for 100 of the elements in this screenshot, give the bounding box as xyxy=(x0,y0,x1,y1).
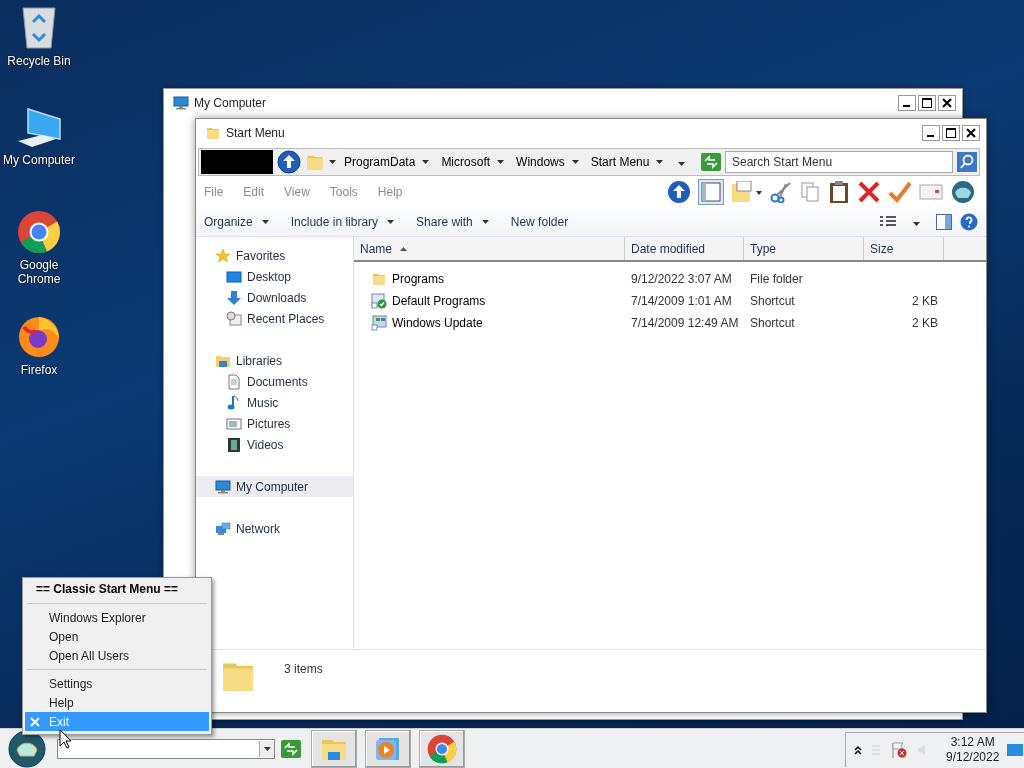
sort-arrow-icon xyxy=(400,246,407,251)
nav-item[interactable]: Documents xyxy=(196,371,353,392)
command-button[interactable]: Organize xyxy=(204,215,269,229)
maximize-icon[interactable] xyxy=(918,95,936,111)
taskbar-button[interactable] xyxy=(365,730,411,768)
table-cell-text: Shortcut xyxy=(749,316,796,330)
command-button[interactable]: New folder xyxy=(510,215,569,229)
taskbar-button[interactable] xyxy=(311,730,357,768)
panel-icon[interactable] xyxy=(698,179,724,205)
desktop-icon-label[interactable]: Firefox xyxy=(1,363,77,377)
desktop-icon xyxy=(226,268,242,285)
desktop-icon-label[interactable]: Recycle Bin xyxy=(1,54,77,68)
flag-icon[interactable] xyxy=(890,740,908,759)
nav-item[interactable]: Desktop xyxy=(196,266,353,287)
windows-update-icon xyxy=(371,315,387,331)
column-header[interactable]: Date modified xyxy=(625,237,744,260)
nav-item[interactable]: Music xyxy=(196,392,353,413)
taskbar-button[interactable] xyxy=(419,730,465,768)
breadcrumb-item[interactable]: ProgramData xyxy=(344,155,416,169)
nav-item[interactable]: My Computer xyxy=(196,476,353,497)
close-icon[interactable] xyxy=(962,125,980,141)
dropdown-caret-icon xyxy=(263,747,271,751)
folder-icon xyxy=(371,271,387,287)
desktop-icon-label[interactable]: Google Chrome xyxy=(1,258,77,286)
caret-icon xyxy=(387,220,395,224)
menu-item[interactable]: Help xyxy=(377,185,411,199)
caret-icon xyxy=(571,160,579,164)
nav-item[interactable]: Pictures xyxy=(196,413,353,434)
delete-icon[interactable] xyxy=(857,181,881,203)
chrome-icon xyxy=(427,734,457,764)
caret-icon xyxy=(422,160,430,164)
properties-icon[interactable] xyxy=(919,183,943,201)
minimize-icon[interactable] xyxy=(922,125,940,141)
maximize-icon[interactable] xyxy=(942,125,960,141)
column-header[interactable]: Size xyxy=(864,237,944,260)
clock-date[interactable]: 9/12/2022 xyxy=(946,749,1000,765)
table-cell-text: 2 KB xyxy=(911,294,939,308)
star-icon xyxy=(215,247,231,264)
menu-item[interactable]: Help xyxy=(25,693,209,712)
menu-item[interactable]: Open xyxy=(25,627,209,646)
menu-item[interactable]: Windows Explorer xyxy=(25,608,209,627)
show-desktop-icon[interactable] xyxy=(1007,743,1024,756)
picture-icon xyxy=(226,415,242,432)
monitor-icon xyxy=(173,95,189,111)
mouse-cursor-icon xyxy=(59,729,73,749)
breadcrumb-item[interactable]: Start Menu xyxy=(590,155,650,169)
search-icon[interactable] xyxy=(957,152,977,172)
close-icon xyxy=(30,717,40,727)
nav-item[interactable]: Downloads xyxy=(196,287,353,308)
recent-places-icon xyxy=(226,310,242,327)
preview-pane-icon[interactable] xyxy=(936,214,952,230)
desktop-icon-label[interactable]: My Computer xyxy=(1,153,77,167)
clock-time[interactable]: 3:12 AM xyxy=(950,734,995,750)
command-button[interactable]: Share with xyxy=(416,215,489,229)
nav-item[interactable]: Recent Places xyxy=(196,308,353,329)
help-icon[interactable] xyxy=(960,213,978,231)
computer-icon xyxy=(16,107,62,149)
column-header[interactable]: Type xyxy=(744,237,864,260)
go-icon[interactable] xyxy=(281,740,301,758)
command-button[interactable]: Include in library xyxy=(290,215,395,229)
search-field[interactable]: Search Start Menu xyxy=(725,151,953,173)
chevron-up-icon[interactable] xyxy=(854,744,862,755)
table-cell-text: 9/12/2022 3:07 AM xyxy=(630,272,733,286)
clipboard-icon[interactable] xyxy=(828,180,850,204)
menu-item[interactable]: Tools xyxy=(329,185,366,199)
table-cell-text: 7/14/2009 12:49 AM xyxy=(630,316,740,330)
list-view-icon[interactable] xyxy=(879,215,897,229)
film-icon xyxy=(226,436,242,453)
file-name[interactable]: Windows Update xyxy=(392,316,483,330)
checkmark-icon[interactable] xyxy=(888,181,912,203)
menu-item[interactable]: Settings xyxy=(25,674,209,693)
menu-item[interactable]: File xyxy=(204,185,232,199)
command-field[interactable] xyxy=(57,739,275,759)
nav-item[interactable]: Libraries xyxy=(196,350,353,371)
close-icon[interactable] xyxy=(938,95,956,111)
music-note-icon xyxy=(226,394,242,411)
menu-item[interactable]: Open All Users xyxy=(25,646,209,665)
nav-item[interactable]: Favorites xyxy=(196,245,353,266)
file-name[interactable]: Default Programs xyxy=(392,294,486,308)
column-header[interactable]: Name xyxy=(354,237,625,260)
network-icon xyxy=(215,520,231,537)
scissors-icon[interactable] xyxy=(770,181,792,203)
shell-icon[interactable] xyxy=(950,180,976,204)
window-title: My Computer xyxy=(194,96,268,110)
menu-item[interactable]: View xyxy=(284,185,318,199)
start-orb-icon[interactable] xyxy=(8,730,46,768)
file-name[interactable]: Programs xyxy=(392,272,444,286)
minimize-icon[interactable] xyxy=(898,95,916,111)
refresh-icon[interactable] xyxy=(701,153,721,171)
document-icon xyxy=(226,373,242,390)
menu-item[interactable]: Edit xyxy=(243,185,273,199)
caret-icon xyxy=(656,160,664,164)
default-programs-icon xyxy=(371,293,387,309)
chrome-icon xyxy=(17,210,61,254)
breadcrumb-item[interactable]: Windows xyxy=(516,155,565,169)
folder-icon xyxy=(205,125,221,141)
caret-icon xyxy=(261,220,269,224)
nav-item[interactable]: Network xyxy=(196,518,353,539)
nav-item[interactable]: Videos xyxy=(196,434,353,455)
breadcrumb-item[interactable]: Microsoft xyxy=(441,155,491,169)
